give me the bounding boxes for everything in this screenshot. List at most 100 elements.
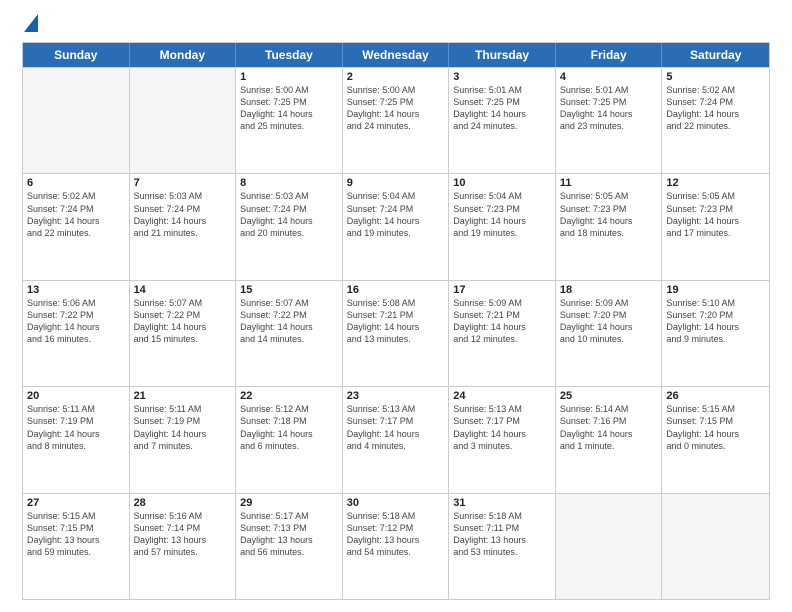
day-number: 3 (453, 71, 551, 83)
cell-line: Daylight: 14 hours (134, 428, 232, 440)
cell-line: Sunrise: 5:00 AM (347, 84, 445, 96)
cell-line: Sunrise: 5:13 AM (453, 403, 551, 415)
calendar-body: 1Sunrise: 5:00 AMSunset: 7:25 PMDaylight… (23, 67, 769, 599)
calendar-cell-2: 2Sunrise: 5:00 AMSunset: 7:25 PMDaylight… (343, 68, 450, 173)
cell-line: and 24 minutes. (347, 120, 445, 132)
calendar-header: SundayMondayTuesdayWednesdayThursdayFrid… (23, 43, 769, 67)
cell-line: Sunrise: 5:18 AM (347, 510, 445, 522)
cell-line: Sunrise: 5:05 AM (560, 190, 658, 202)
day-number: 8 (240, 177, 338, 189)
cell-line: Sunrise: 5:15 AM (27, 510, 125, 522)
cell-line: Sunrise: 5:03 AM (134, 190, 232, 202)
day-number: 12 (666, 177, 765, 189)
cell-line: Daylight: 14 hours (27, 321, 125, 333)
cell-line: Sunset: 7:24 PM (240, 203, 338, 215)
cell-line: and 59 minutes. (27, 546, 125, 558)
day-number: 5 (666, 71, 765, 83)
day-number: 13 (27, 284, 125, 296)
cell-line: Sunrise: 5:03 AM (240, 190, 338, 202)
cell-line: and 9 minutes. (666, 333, 765, 345)
cell-line: Sunrise: 5:18 AM (453, 510, 551, 522)
cell-line: and 19 minutes. (453, 227, 551, 239)
cell-line: and 22 minutes. (27, 227, 125, 239)
cell-line: and 57 minutes. (134, 546, 232, 558)
calendar-cell-26: 26Sunrise: 5:15 AMSunset: 7:15 PMDayligh… (662, 387, 769, 492)
cell-line: and 17 minutes. (666, 227, 765, 239)
calendar-cell-13: 13Sunrise: 5:06 AMSunset: 7:22 PMDayligh… (23, 281, 130, 386)
calendar-cell-31: 31Sunrise: 5:18 AMSunset: 7:11 PMDayligh… (449, 494, 556, 599)
cell-line: Daylight: 14 hours (560, 428, 658, 440)
cell-line: Sunset: 7:19 PM (134, 415, 232, 427)
cell-line: Sunrise: 5:08 AM (347, 297, 445, 309)
cell-line: Daylight: 14 hours (453, 428, 551, 440)
cell-line: and 24 minutes. (453, 120, 551, 132)
cell-line: Daylight: 14 hours (347, 108, 445, 120)
cell-line: Sunset: 7:22 PM (240, 309, 338, 321)
cell-line: Daylight: 14 hours (560, 321, 658, 333)
logo-triangle-icon (24, 14, 38, 32)
cell-line: Sunset: 7:24 PM (666, 96, 765, 108)
cell-line: Sunrise: 5:04 AM (347, 190, 445, 202)
calendar-cell-29: 29Sunrise: 5:17 AMSunset: 7:13 PMDayligh… (236, 494, 343, 599)
cell-line: Sunrise: 5:05 AM (666, 190, 765, 202)
day-number: 7 (134, 177, 232, 189)
calendar-cell-7: 7Sunrise: 5:03 AMSunset: 7:24 PMDaylight… (130, 174, 237, 279)
calendar-cell-20: 20Sunrise: 5:11 AMSunset: 7:19 PMDayligh… (23, 387, 130, 492)
cell-line: Daylight: 14 hours (347, 215, 445, 227)
calendar-cell-empty (662, 494, 769, 599)
cell-line: Daylight: 13 hours (27, 534, 125, 546)
calendar-cell-15: 15Sunrise: 5:07 AMSunset: 7:22 PMDayligh… (236, 281, 343, 386)
cell-line: and 1 minute. (560, 440, 658, 452)
calendar-cell-10: 10Sunrise: 5:04 AMSunset: 7:23 PMDayligh… (449, 174, 556, 279)
calendar-row-3: 13Sunrise: 5:06 AMSunset: 7:22 PMDayligh… (23, 280, 769, 386)
header-day-thursday: Thursday (449, 43, 556, 67)
cell-line: and 25 minutes. (240, 120, 338, 132)
cell-line: Sunset: 7:24 PM (27, 203, 125, 215)
day-number: 1 (240, 71, 338, 83)
cell-line: and 16 minutes. (27, 333, 125, 345)
day-number: 17 (453, 284, 551, 296)
day-number: 27 (27, 497, 125, 509)
cell-line: Sunset: 7:23 PM (560, 203, 658, 215)
cell-line: Daylight: 14 hours (347, 321, 445, 333)
cell-line: Sunset: 7:14 PM (134, 522, 232, 534)
cell-line: Sunset: 7:25 PM (453, 96, 551, 108)
day-number: 11 (560, 177, 658, 189)
day-number: 16 (347, 284, 445, 296)
cell-line: Sunset: 7:22 PM (134, 309, 232, 321)
cell-line: and 13 minutes. (347, 333, 445, 345)
calendar-cell-11: 11Sunrise: 5:05 AMSunset: 7:23 PMDayligh… (556, 174, 663, 279)
calendar-cell-27: 27Sunrise: 5:15 AMSunset: 7:15 PMDayligh… (23, 494, 130, 599)
cell-line: and 3 minutes. (453, 440, 551, 452)
cell-line: and 54 minutes. (347, 546, 445, 558)
cell-line: Sunrise: 5:07 AM (240, 297, 338, 309)
cell-line: Sunset: 7:25 PM (240, 96, 338, 108)
cell-line: Sunset: 7:17 PM (347, 415, 445, 427)
calendar-cell-28: 28Sunrise: 5:16 AMSunset: 7:14 PMDayligh… (130, 494, 237, 599)
cell-line: and 15 minutes. (134, 333, 232, 345)
calendar-cell-14: 14Sunrise: 5:07 AMSunset: 7:22 PMDayligh… (130, 281, 237, 386)
cell-line: Sunrise: 5:11 AM (134, 403, 232, 415)
cell-line: Sunset: 7:24 PM (134, 203, 232, 215)
calendar-row-2: 6Sunrise: 5:02 AMSunset: 7:24 PMDaylight… (23, 173, 769, 279)
cell-line: and 6 minutes. (240, 440, 338, 452)
cell-line: and 18 minutes. (560, 227, 658, 239)
cell-line: Sunset: 7:18 PM (240, 415, 338, 427)
cell-line: Daylight: 13 hours (240, 534, 338, 546)
calendar-cell-19: 19Sunrise: 5:10 AMSunset: 7:20 PMDayligh… (662, 281, 769, 386)
cell-line: Sunset: 7:23 PM (453, 203, 551, 215)
cell-line: Daylight: 14 hours (27, 428, 125, 440)
cell-line: Daylight: 14 hours (27, 215, 125, 227)
cell-line: and 8 minutes. (27, 440, 125, 452)
cell-line: Sunrise: 5:04 AM (453, 190, 551, 202)
calendar-cell-9: 9Sunrise: 5:04 AMSunset: 7:24 PMDaylight… (343, 174, 450, 279)
cell-line: Sunset: 7:20 PM (666, 309, 765, 321)
cell-line: Daylight: 13 hours (134, 534, 232, 546)
cell-line: Daylight: 14 hours (134, 321, 232, 333)
cell-line: Sunrise: 5:15 AM (666, 403, 765, 415)
cell-line: Sunrise: 5:00 AM (240, 84, 338, 96)
cell-line: Sunset: 7:25 PM (560, 96, 658, 108)
cell-line: Daylight: 14 hours (240, 321, 338, 333)
cell-line: Daylight: 14 hours (240, 108, 338, 120)
day-number: 9 (347, 177, 445, 189)
